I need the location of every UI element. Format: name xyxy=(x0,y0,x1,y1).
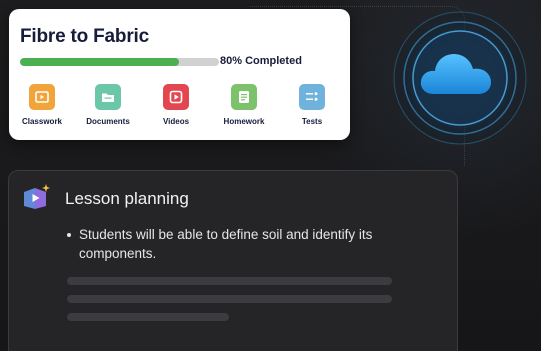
tile-tests[interactable]: Tests xyxy=(277,84,347,126)
play-window-icon xyxy=(29,84,55,110)
lesson-objective: Students will be able to define soil and… xyxy=(79,227,373,261)
skeleton-line xyxy=(67,313,229,321)
progress-bar-fill xyxy=(20,58,180,66)
tile-label-videos: Videos xyxy=(162,117,190,126)
bullet-dot xyxy=(67,233,71,237)
lesson-heading: Lesson planning xyxy=(65,189,189,208)
checklist-icon xyxy=(299,84,325,110)
book-sparkle-icon xyxy=(24,184,50,209)
tile-label-classwork: Classwork xyxy=(21,117,63,126)
progress-label: 80% Completed xyxy=(220,55,302,67)
video-play-icon xyxy=(163,84,189,110)
tile-label-tests: Tests xyxy=(301,117,323,126)
skeleton-line xyxy=(67,277,392,285)
tile-homework[interactable]: Homework xyxy=(209,84,279,126)
tile-label-documents: Documents xyxy=(86,117,130,126)
skeleton-line xyxy=(67,295,392,303)
course-card[interactable]: Fibre to Fabric 80% Completed Classwork … xyxy=(9,9,350,140)
course-title: Fibre to Fabric xyxy=(20,26,149,47)
lesson-card[interactable]: Lesson planning Students will be able to… xyxy=(8,170,458,351)
notebook-icon xyxy=(231,84,257,110)
cloud-badge xyxy=(392,10,528,146)
progress-bar xyxy=(20,58,219,66)
folder-icon xyxy=(95,84,121,110)
tile-classwork[interactable]: Classwork xyxy=(7,84,77,126)
tile-label-homework: Homework xyxy=(223,117,265,126)
tile-documents[interactable]: Documents xyxy=(73,84,143,126)
tile-videos[interactable]: Videos xyxy=(141,84,211,126)
